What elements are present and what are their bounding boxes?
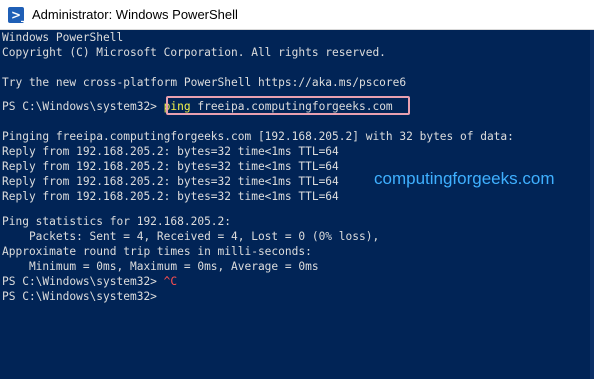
reply-line: Reply from 192.168.205.2: bytes=32 time<… (2, 190, 339, 203)
prompt: PS C:\Windows\system32> (2, 275, 164, 288)
powershell-icon: >_ (8, 6, 27, 23)
console-line: Copyright (C) Microsoft Corporation. All… (2, 46, 386, 59)
powershell-window: >_ Administrator: Windows PowerShell Win… (0, 0, 594, 379)
window-title: Administrator: Windows PowerShell (32, 7, 238, 22)
scrollbar[interactable] (590, 30, 594, 379)
console-line: Try the new cross-platform PowerShell ht… (2, 76, 407, 89)
console-line: Packets: Sent = 4, Received = 4, Lost = … (2, 230, 380, 243)
console-line: Minimum = 0ms, Maximum = 0ms, Average = … (2, 260, 319, 273)
prompt: PS C:\Windows\system32> (2, 100, 164, 113)
reply-line: Reply from 192.168.205.2: bytes=32 time<… (2, 175, 339, 188)
command-highlight-box (166, 96, 410, 115)
console-area[interactable]: Windows PowerShell Copyright (C) Microso… (0, 30, 594, 379)
reply-line: Reply from 192.168.205.2: bytes=32 time<… (2, 160, 339, 173)
console-line: Ping statistics for 192.168.205.2: (2, 215, 232, 228)
console-line: Pinging freeipa.computingforgeeks.com [1… (2, 130, 514, 143)
console-line: Approximate round trip times in milli-se… (2, 245, 312, 258)
console-line: Windows PowerShell (2, 31, 124, 44)
prompt-line: PS C:\Windows\system32> (2, 290, 157, 303)
ctrl-c-text: ^C (163, 275, 178, 288)
reply-line: Reply from 192.168.205.2: bytes=32 time<… (2, 145, 339, 158)
watermark: computingforgeeks.com (374, 169, 555, 188)
title-bar[interactable]: >_ Administrator: Windows PowerShell (0, 0, 594, 30)
prompt-line: PS C:\Windows\system32> ^C (2, 274, 177, 289)
